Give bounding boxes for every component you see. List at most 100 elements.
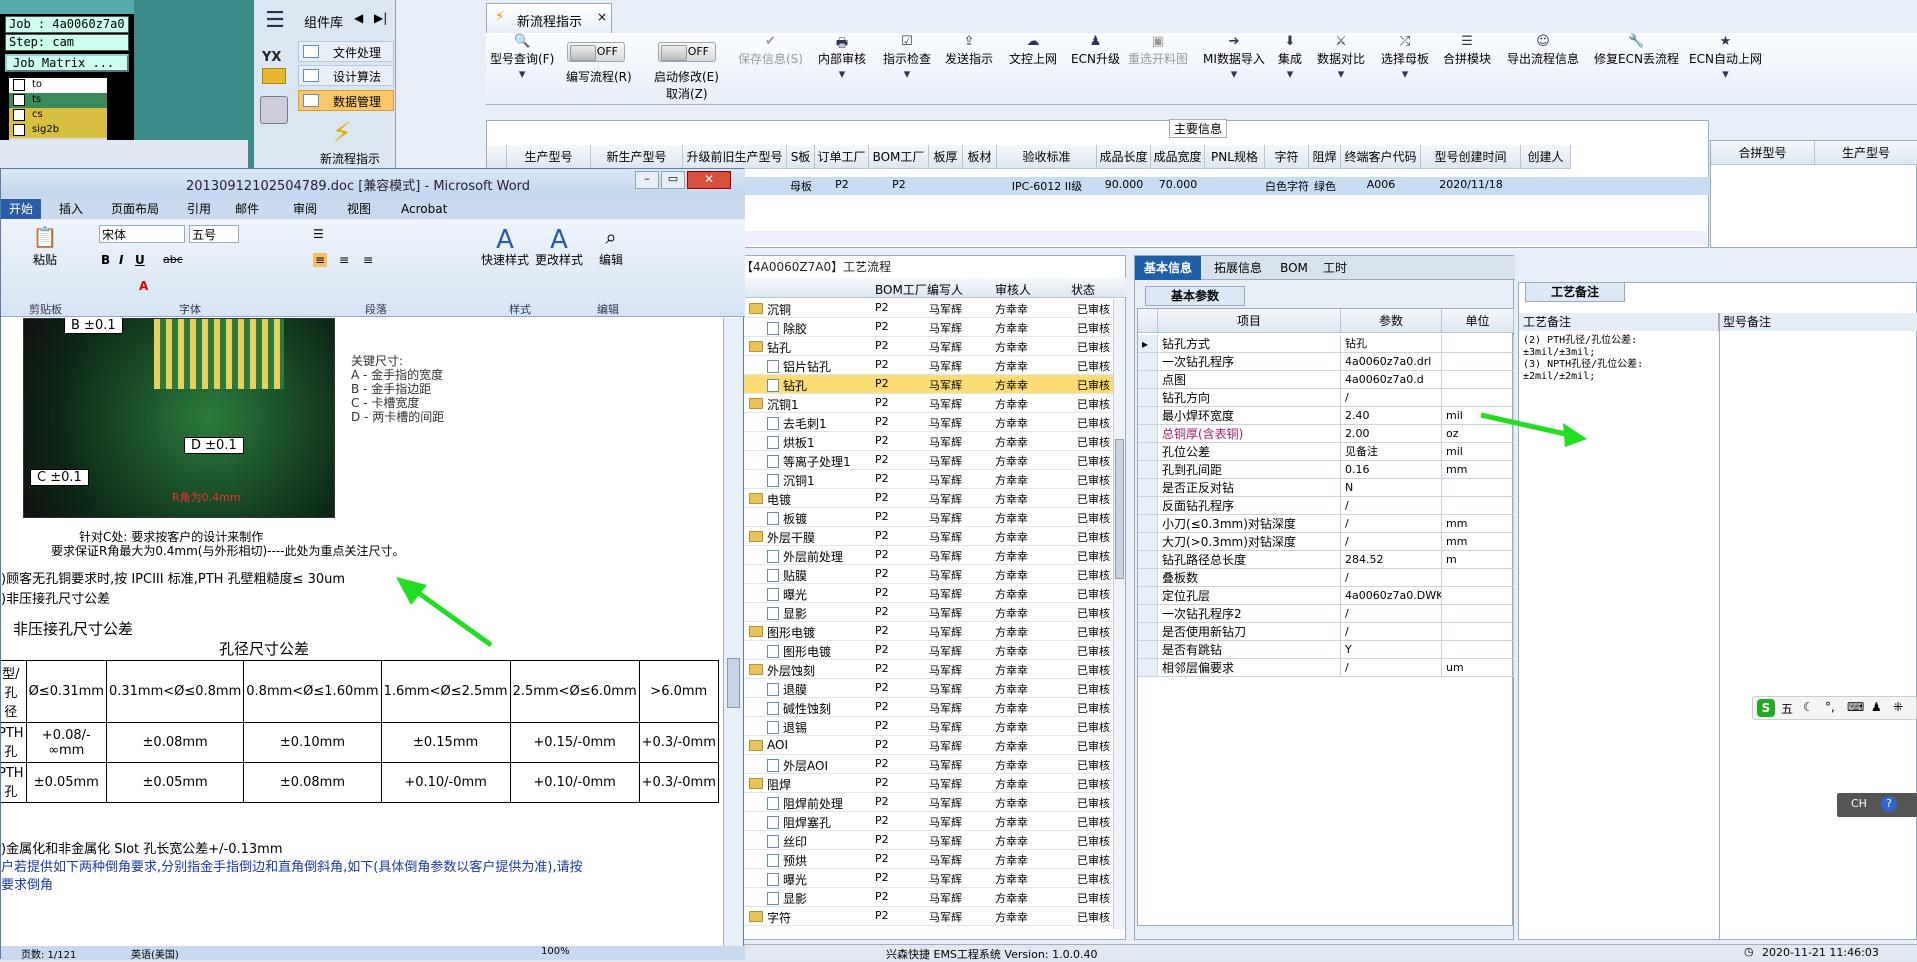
flow-row[interactable]: 钻孔 P2 马军辉 方幸幸 已审核: [737, 375, 1115, 394]
sub-tab-basic[interactable]: 基本参数: [1145, 286, 1245, 306]
punct-icon[interactable]: °,: [1825, 700, 1835, 714]
grid-icon[interactable]: ⁜: [1893, 700, 1903, 714]
btn-export[interactable]: ☺ 导出流程信息: [1507, 34, 1579, 67]
flow-row[interactable]: 烘板1 P2 马军辉 方幸幸 已审核: [737, 432, 1115, 451]
word-tab-4[interactable]: 邮件: [227, 199, 267, 219]
menu-icon[interactable]: ☰: [260, 8, 290, 34]
quick-style-button[interactable]: A 快速样式: [477, 225, 533, 268]
ime-toolbar[interactable]: S 五 ☾ °, ⌨ ♟ ⁜: [1752, 696, 1917, 720]
param-row[interactable]: 一次钻孔程序 4a0060z7a0.drl: [1138, 353, 1514, 371]
flow-row[interactable]: 外层干膜 P2 马军辉 方幸幸 已审核: [737, 527, 1115, 546]
param-row[interactable]: 反面钻孔程序 /: [1138, 497, 1514, 515]
nav-item-algo[interactable]: 设计算法: [298, 65, 394, 86]
param-row[interactable]: 一次钻孔程序2/: [1138, 605, 1514, 623]
main-col-11[interactable]: 成品宽度: [1151, 145, 1205, 169]
detail-tab-0[interactable]: 基本信息: [1135, 256, 1201, 280]
flow-row[interactable]: 丝印 P2 马军辉 方幸幸 已审核: [737, 831, 1115, 850]
flow-row[interactable]: 外层AOI P2 马军辉 方幸幸 已审核: [737, 755, 1115, 774]
param-row[interactable]: 是否正反对钻 N: [1138, 479, 1514, 497]
italic-button[interactable]: I: [119, 253, 123, 267]
restore-button[interactable]: ▭: [661, 171, 685, 189]
flow-col-2[interactable]: 审核人: [995, 281, 1031, 298]
btn-ecn-upgrade[interactable]: ♟ ECN升级: [1071, 34, 1120, 67]
flow-row[interactable]: 外层蚀刻 P2 马军辉 方幸幸 已审核: [737, 660, 1115, 679]
cancel-button[interactable]: 取消(Z): [666, 85, 708, 102]
align-center-icon[interactable]: ≡: [339, 253, 349, 267]
flow-row[interactable]: 电镀 P2 马军辉 方幸幸 已审核: [737, 489, 1115, 508]
main-col-13[interactable]: 字符: [1265, 145, 1309, 169]
btn-save[interactable]: ✔ 保存信息(S): [738, 34, 803, 67]
flow-row[interactable]: 沉铜1 P2 马军辉 方幸幸 已审核: [737, 470, 1115, 489]
btn-internal-review[interactable]: 🖶 内部审核 ▾: [818, 34, 866, 83]
main-col-15[interactable]: 终端客户代码: [1341, 145, 1421, 169]
flow-row[interactable]: 图形电镀 P2 马军辉 方幸幸 已审核: [737, 641, 1115, 660]
main-col-1[interactable]: 生产型号: [507, 145, 591, 169]
flow-row[interactable]: 贴膜 P2 马军辉 方幸幸 已审核: [737, 565, 1115, 584]
flow-row[interactable]: 退锡 P2 马军辉 方幸幸 已审核: [737, 717, 1115, 736]
btn-reselect[interactable]: ▣ 重选开料图: [1128, 34, 1188, 67]
flow-row[interactable]: 退膜 P2 马军辉 方幸幸 已审核: [737, 679, 1115, 698]
nav-back-icon[interactable]: ◀: [354, 11, 363, 25]
param-row[interactable]: 小刀(≤0.3mm)对钻深度 / mm: [1138, 515, 1514, 533]
toggle-start-edit[interactable]: OFF: [658, 42, 716, 62]
toggle-edit-flow[interactable]: OFF: [567, 42, 625, 62]
flow-row[interactable]: 阻焊 P2 马军辉 方幸幸 已审核: [737, 774, 1115, 793]
flow-col-3[interactable]: 状态: [1071, 281, 1095, 298]
main-col-9[interactable]: 验收标准: [997, 145, 1097, 169]
btn-repair-ecn[interactable]: 🔧 修复ECN丢流程: [1594, 34, 1679, 67]
flow-row[interactable]: 外层前处理 P2 马军辉 方幸幸 已审核: [737, 546, 1115, 565]
word-tab-2[interactable]: 页面布局: [103, 199, 167, 219]
main-col-5[interactable]: 订单工厂: [815, 145, 869, 169]
btn-merge[interactable]: ☰ 合拼模块: [1443, 34, 1491, 67]
param-row[interactable]: 是否有跳钻 Y: [1138, 641, 1514, 659]
btn-upload[interactable]: ☁ 文控上网: [1009, 34, 1057, 67]
layer-cs[interactable]: cs: [32, 109, 43, 120]
btn-mi-import[interactable]: ➔ MI数据导入 ▾: [1203, 34, 1265, 83]
flow-row[interactable]: 沉铜1 P2 马军辉 方幸幸 已审核: [737, 394, 1115, 413]
lang-bar[interactable]: CH ?: [1837, 793, 1917, 817]
main-col-14[interactable]: 阻焊: [1309, 145, 1341, 169]
layer-to[interactable]: to: [32, 79, 42, 90]
main-col-6[interactable]: BOM工厂: [869, 145, 929, 169]
param-row[interactable]: 最小焊环宽度 2.40 mil: [1138, 407, 1514, 425]
flow-row[interactable]: 阻焊前处理 P2 马军辉 方幸幸 已审核: [737, 793, 1115, 812]
word-tab-0[interactable]: 开始: [1, 199, 42, 219]
flow-row[interactable]: 显影 P2 马军辉 方幸幸 已审核: [737, 603, 1115, 622]
underline-button[interactable]: U: [135, 253, 145, 267]
param-row[interactable]: 大刀(>0.3mm)对钻深度 / mm: [1138, 533, 1514, 551]
param-row[interactable]: 是否使用新钻刀 /: [1138, 623, 1514, 641]
param-row[interactable]: 钻孔路径总长度 284.52 m: [1138, 551, 1514, 569]
flow-row[interactable]: 显影 P2 马军辉 方幸幸 已审核: [737, 888, 1115, 907]
main-col-2[interactable]: 新生产型号: [591, 145, 683, 169]
param-row[interactable]: 定位孔层 4a0060z7a0.DWK: [1138, 587, 1514, 605]
btn-check[interactable]: ☑ 指示检查 ▾: [883, 34, 931, 83]
flow-row[interactable]: 字符 P2 马军辉 方幸幸 已审核: [737, 907, 1115, 926]
btn-send[interactable]: ⇪ 发送指示: [945, 34, 993, 67]
flow-row[interactable]: 板镀 P2 马军辉 方幸幸 已审核: [737, 508, 1115, 527]
main-col-7[interactable]: 板厚: [929, 145, 963, 169]
flow-row[interactable]: 预烘 P2 马军辉 方幸幸 已审核: [737, 850, 1115, 869]
change-style-button[interactable]: A 更改样式: [531, 225, 587, 268]
param-row[interactable]: ▸ 钻孔方式 钻孔: [1138, 335, 1514, 353]
flow-row[interactable]: 等离子处理1 P2 马军辉 方幸幸 已审核: [737, 451, 1115, 470]
bullets-icon[interactable]: ☰: [313, 227, 324, 241]
main-col-12[interactable]: PNL规格: [1205, 145, 1265, 169]
main-col-3[interactable]: 升级前旧生产型号: [683, 145, 787, 169]
btn-select-mother[interactable]: ⤮ 选择母板 ▾: [1381, 34, 1429, 83]
moon-icon[interactable]: ☾: [1803, 700, 1814, 714]
flow-row[interactable]: 曝光 P2 马军辉 方幸幸 已审核: [737, 584, 1115, 603]
layer-ts[interactable]: ts: [32, 94, 41, 105]
size-select[interactable]: 五号: [189, 225, 239, 243]
job-matrix-button[interactable]: Job Matrix ...: [5, 54, 129, 72]
keyboard-icon[interactable]: ⌨: [1847, 700, 1864, 714]
flow-row[interactable]: 图形电镀 P2 马军辉 方幸幸 已审核: [737, 622, 1115, 641]
btn-query[interactable]: 🔍 型号查询(F) ▾: [490, 34, 554, 83]
word-tab-5[interactable]: 审阅: [285, 199, 325, 219]
align-left-icon[interactable]: ≡: [313, 253, 328, 267]
flow-row[interactable]: 阻焊塞孔 P2 马军辉 方幸幸 已审核: [737, 812, 1115, 831]
detail-tab-3[interactable]: 工时: [1315, 256, 1355, 280]
flow-row[interactable]: 除胶 P2 马军辉 方幸幸 已审核: [737, 318, 1115, 337]
param-row[interactable]: 总铜厚(含表铜) 2.00 oz: [1138, 425, 1514, 443]
word-tab-7[interactable]: Acrobat: [393, 199, 455, 219]
param-row[interactable]: 孔到孔间距 0.16 mm: [1138, 461, 1514, 479]
